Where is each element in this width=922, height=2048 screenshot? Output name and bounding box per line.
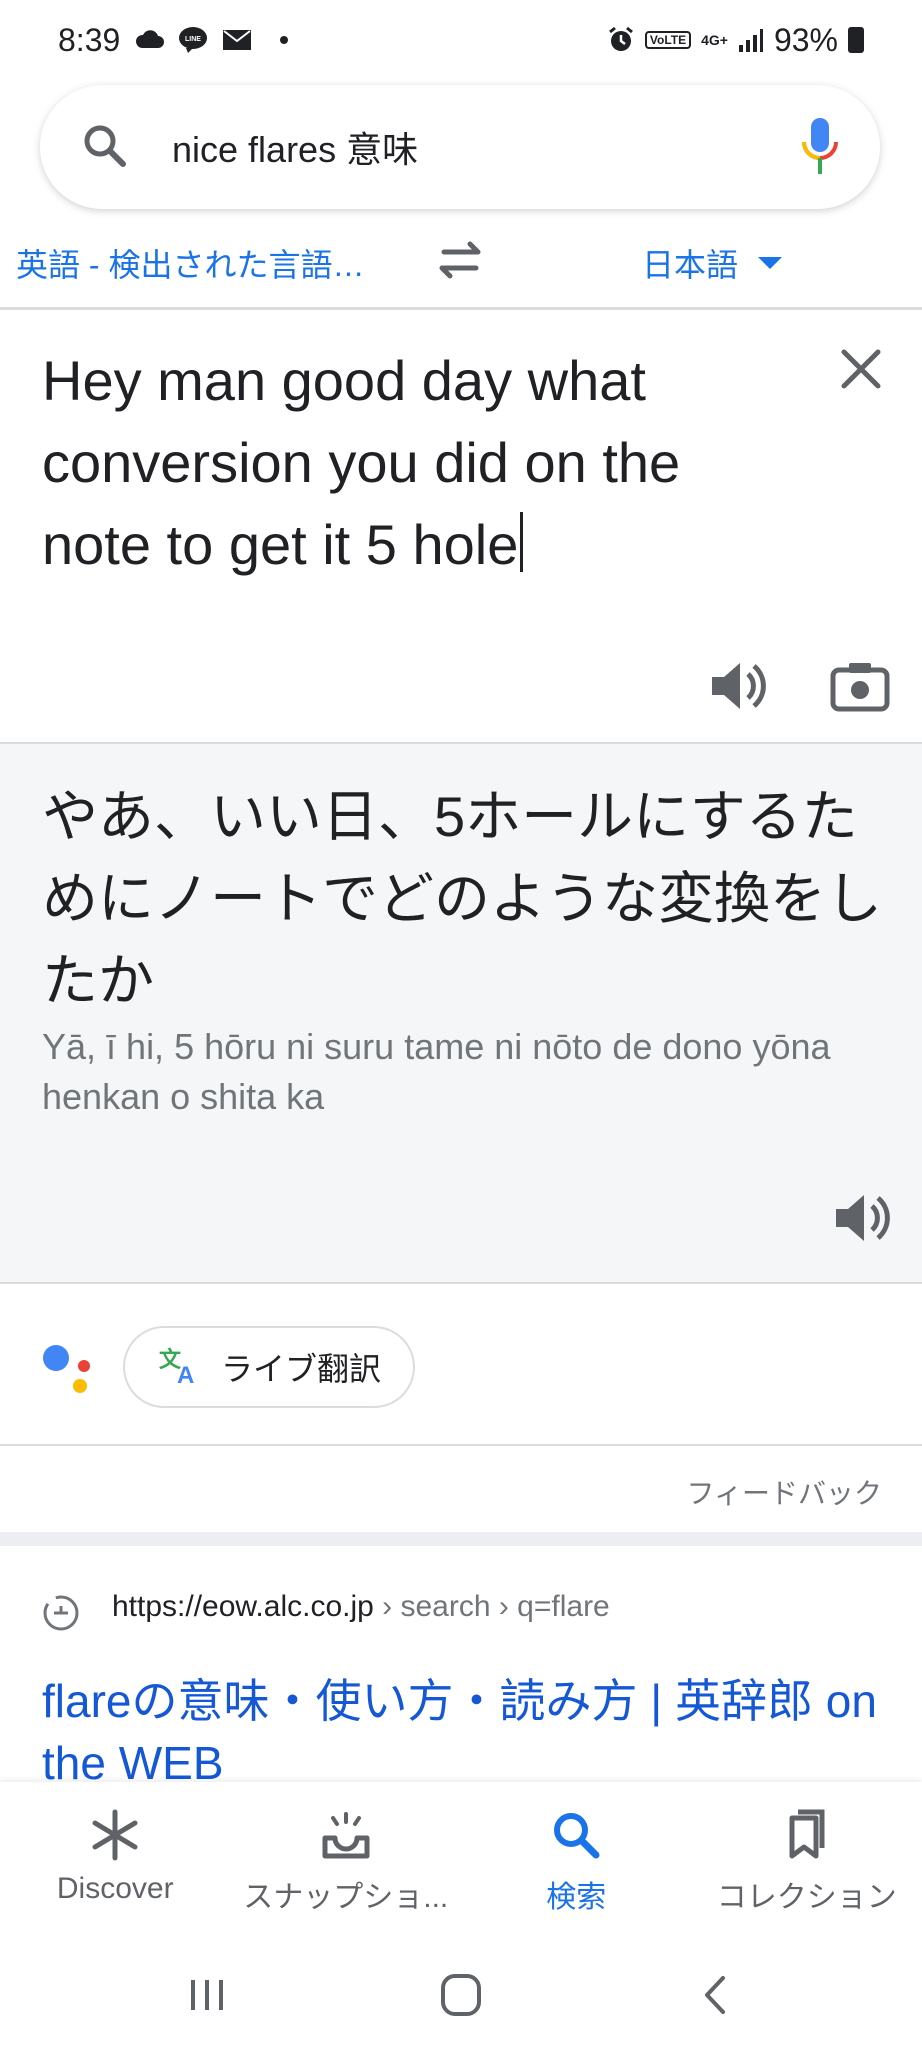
home-icon[interactable] (431, 1970, 491, 2020)
feedback-row: フィードバック (0, 1448, 922, 1532)
bottom-navigation: Discover スナップショ... 検索 コレクション (0, 1782, 922, 1942)
listen-translation-icon[interactable] (832, 1190, 892, 1246)
target-language-label: 日本語 (642, 247, 739, 283)
chevron-down-icon (758, 257, 783, 269)
source-text-panel: Hey man good day what conversion you did… (0, 312, 922, 744)
assistant-row: 文 A ライブ翻訳 (0, 1290, 922, 1446)
result-title-link[interactable]: flareの意味・使い方・読み方 | 英辞郎 on the WEB (42, 1670, 902, 1782)
notification-dot-icon (280, 36, 289, 44)
source-text: Hey man good day what conversion you did… (42, 349, 681, 576)
search-icon[interactable] (80, 121, 128, 174)
nav-snapshot-label: スナップショ... (243, 1881, 449, 1914)
nav-collections-label: コレクション (716, 1881, 897, 1914)
snapshot-icon (319, 1808, 373, 1862)
google-assistant-icon[interactable] (40, 1342, 100, 1402)
nav-search-label: 検索 (546, 1881, 607, 1914)
svg-text:A: A (177, 1362, 194, 1385)
result-domain: https://eow.alc.co.jp (112, 1590, 374, 1623)
romanized-text: Yā, ī hi, 5 hōru ni suru tame ni nōto de… (42, 1026, 831, 1117)
text-cursor (520, 512, 524, 572)
listen-source-icon[interactable] (708, 658, 768, 714)
feedback-link[interactable]: フィードバック (687, 1472, 882, 1512)
cloud-icon (134, 30, 165, 50)
camera-icon[interactable] (830, 660, 890, 712)
swap-languages-icon[interactable] (430, 230, 490, 290)
translated-text: やあ、いい日、5ホールにするためにノートでどのような変換をしたか (42, 785, 882, 1012)
search-result[interactable]: https://eow.alc.co.jp › search › q=flare… (0, 1546, 922, 1782)
result-url[interactable]: https://eow.alc.co.jp › search › q=flare (112, 1590, 610, 1624)
search-bar[interactable]: nice flares 意味 (40, 85, 880, 209)
mail-icon (222, 29, 252, 51)
translate-icon: 文 A (157, 1345, 201, 1390)
volte-badge: VoLTE (644, 31, 692, 49)
collections-icon (780, 1808, 834, 1862)
live-translate-label: ライブ翻訳 (221, 1351, 382, 1387)
source-language-button[interactable]: 英語 - 検出された言語… (16, 240, 364, 286)
asterisk-icon (88, 1808, 142, 1862)
system-navigation-bar (0, 1942, 922, 2048)
live-translate-chip[interactable]: 文 A ライブ翻訳 (123, 1326, 416, 1408)
status-time: 8:39 (58, 21, 121, 58)
clear-text-icon[interactable] (838, 346, 884, 392)
language-selector-row: 英語 - 検出された言語… 日本語 (0, 220, 922, 310)
signal-icon (738, 27, 764, 53)
nav-search[interactable]: 検索 (461, 1782, 692, 1942)
back-icon[interactable] (685, 1970, 745, 2020)
nav-discover-label: Discover (56, 1872, 174, 1905)
recent-apps-icon[interactable] (177, 1970, 237, 2020)
nav-discover[interactable]: Discover (0, 1782, 231, 1942)
battery-icon (848, 27, 864, 53)
alarm-icon (607, 26, 635, 54)
status-left: 8:39 LINE (58, 21, 289, 59)
status-bar: 8:39 LINE VoLTE 4G+ 93% (0, 0, 922, 80)
svg-text:LINE: LINE (185, 36, 201, 43)
site-favicon-icon (42, 1594, 80, 1632)
search-nav-icon (549, 1808, 603, 1862)
target-language-button[interactable]: 日本語 (642, 240, 783, 286)
network-type-icon: 4G+ (701, 32, 728, 48)
battery-percent: 93% (773, 21, 838, 58)
section-divider (0, 1532, 922, 1546)
source-text-input[interactable]: Hey man good day what conversion you did… (42, 340, 802, 586)
result-breadcrumb: › search › q=flare (373, 1590, 610, 1623)
search-input[interactable]: nice flares 意味 (172, 121, 800, 173)
microphone-icon[interactable] (800, 116, 840, 178)
line-app-icon: LINE (178, 26, 208, 54)
nav-collections[interactable]: コレクション (692, 1782, 922, 1942)
nav-snapshot[interactable]: スナップショ... (231, 1782, 462, 1942)
status-right: VoLTE 4G+ 93% (607, 22, 864, 59)
translation-panel: やあ、いい日、5ホールにするためにノートでどのような変換をしたか Yā, ī h… (0, 744, 922, 1284)
